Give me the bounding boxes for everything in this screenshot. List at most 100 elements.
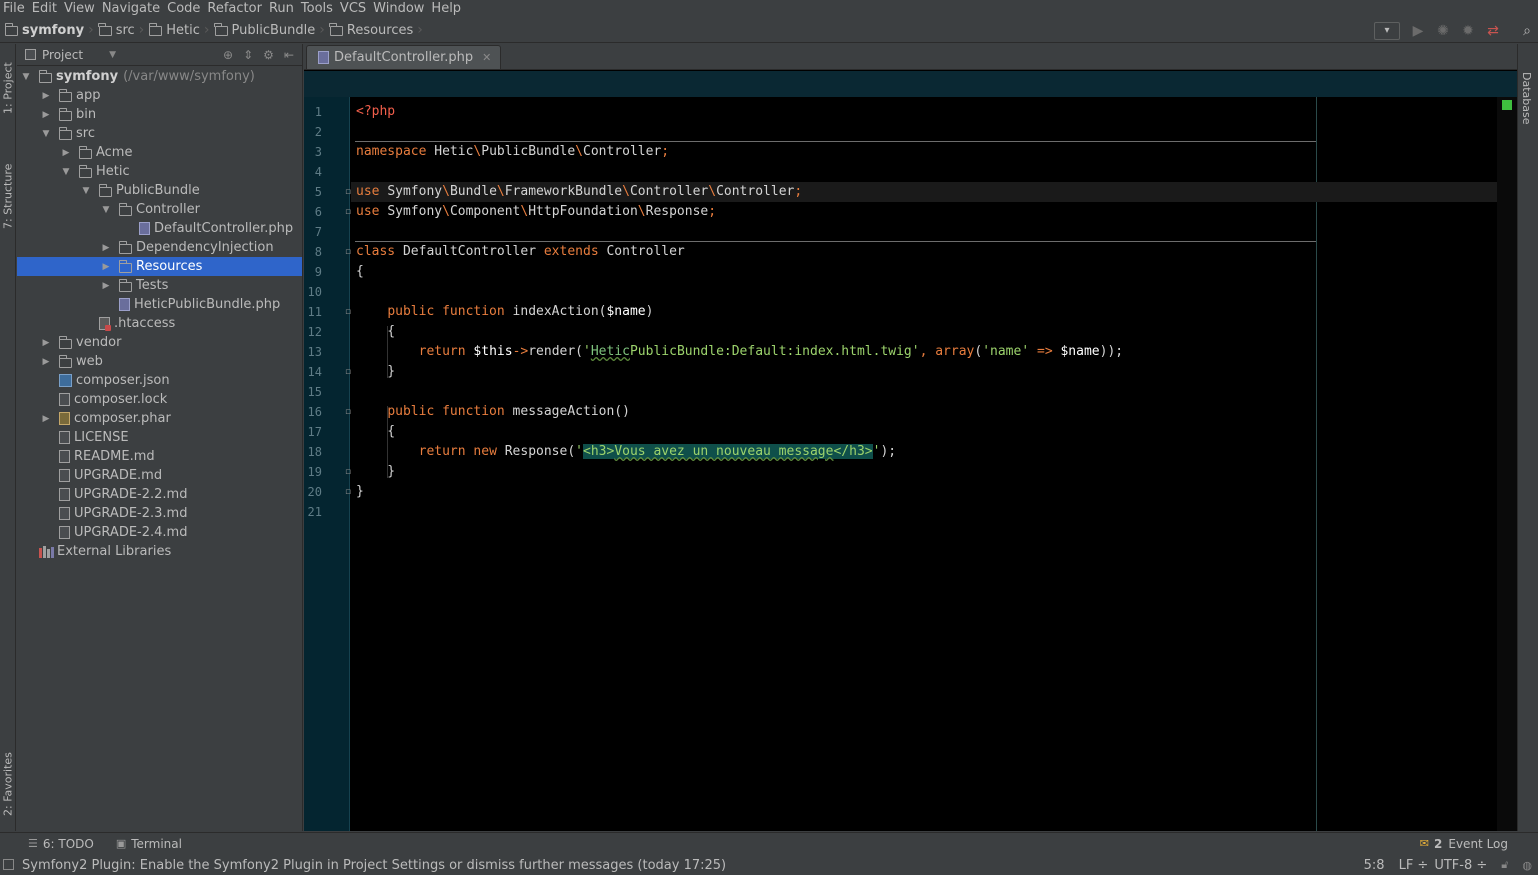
hide-panel-icon[interactable]: ⇤ bbox=[284, 48, 294, 62]
tree-item[interactable]: · README.md bbox=[17, 447, 302, 466]
line-number: 9 bbox=[314, 265, 322, 279]
tree-item[interactable]: ▶ vendor bbox=[17, 333, 302, 352]
tree-item[interactable]: ▶ DependencyInjection bbox=[17, 238, 302, 257]
memory-icon[interactable]: ◍ bbox=[1522, 859, 1532, 872]
close-icon[interactable]: ✕ bbox=[482, 51, 491, 64]
terminal-tool-button[interactable]: ▣ Terminal bbox=[116, 837, 182, 851]
tree-item-label: Hetic bbox=[96, 164, 130, 179]
tree-item[interactable]: · UPGRADE.md bbox=[17, 466, 302, 485]
code-token: ' bbox=[575, 444, 583, 459]
code-token: use bbox=[356, 204, 388, 219]
menu-code[interactable]: Code bbox=[164, 0, 204, 17]
structure-tab-label: 7: Structure bbox=[1, 163, 15, 229]
code-token: \ bbox=[496, 184, 505, 199]
tab-default-controller[interactable]: DefaultController.php ✕ bbox=[306, 45, 502, 69]
scroll-from-source-icon[interactable]: ⊕ bbox=[223, 48, 233, 62]
encoding-selector[interactable]: UTF-8 ÷ bbox=[1434, 858, 1487, 873]
expand-down-icon[interactable]: ▼ bbox=[101, 205, 111, 215]
tree-item-label: composer.json bbox=[76, 373, 170, 388]
tree-item[interactable]: ▶ Resources bbox=[17, 257, 302, 276]
tree-item[interactable]: ▶ bin bbox=[17, 105, 302, 124]
breadcrumb-item[interactable]: Hetic › bbox=[144, 18, 210, 43]
tree-item[interactable]: · composer.json bbox=[17, 371, 302, 390]
tree-item[interactable]: · UPGRADE-2.3.md bbox=[17, 504, 302, 523]
menu-refactor[interactable]: Refactor bbox=[204, 0, 266, 17]
tree-item[interactable]: ▼ Hetic bbox=[17, 162, 302, 181]
tree-item[interactable]: · HeticPublicBundle.php bbox=[17, 295, 302, 314]
gear-icon[interactable]: ⚙ bbox=[263, 48, 274, 62]
tool-window-toggle-icon[interactable] bbox=[3, 859, 14, 870]
expand-down-icon[interactable]: ▼ bbox=[61, 167, 71, 177]
tree-item-label: composer.phar bbox=[74, 411, 171, 426]
breadcrumb-item[interactable]: Resources › bbox=[325, 18, 423, 43]
chevron-down-icon[interactable]: ▼ bbox=[109, 50, 116, 60]
tree-item[interactable]: ▶ Tests bbox=[17, 276, 302, 295]
line-number: 11 bbox=[307, 305, 322, 319]
tree-item[interactable]: · UPGRADE-2.2.md bbox=[17, 485, 302, 504]
expand-right-icon[interactable]: ▶ bbox=[101, 281, 111, 291]
menu-window[interactable]: Window bbox=[370, 0, 428, 17]
project-view-selector[interactable]: Project bbox=[42, 48, 83, 62]
menu-tools[interactable]: Tools bbox=[298, 0, 337, 17]
event-log-button[interactable]: ✉ 2 Event Log bbox=[1420, 837, 1508, 851]
menu-navigate[interactable]: Navigate bbox=[99, 0, 164, 17]
expand-right-icon[interactable]: ▶ bbox=[41, 110, 51, 120]
tree-item[interactable]: ▶ Acme bbox=[17, 143, 302, 162]
tree-item[interactable]: · LICENSE bbox=[17, 428, 302, 447]
menu-view[interactable]: View bbox=[61, 0, 99, 17]
tree-item[interactable]: ▼ symfony (/var/www/symfony) bbox=[17, 67, 302, 86]
text-file-icon bbox=[59, 469, 70, 482]
tree-item[interactable]: ▼ src bbox=[17, 124, 302, 143]
project-tool-tab[interactable]: 1: Project bbox=[0, 56, 16, 120]
expand-right-icon[interactable]: ▶ bbox=[101, 262, 111, 272]
debug-icon[interactable]: ✺ bbox=[1432, 21, 1454, 41]
expand-right-icon[interactable]: ▶ bbox=[101, 243, 111, 253]
tree-item[interactable]: ▶ app bbox=[17, 86, 302, 105]
expand-down-icon[interactable]: ▼ bbox=[41, 129, 51, 139]
menu-help[interactable]: Help bbox=[428, 0, 465, 17]
tree-item[interactable]: · UPGRADE-2.4.md bbox=[17, 523, 302, 542]
line-number: 20 bbox=[307, 485, 322, 499]
collapse-all-icon[interactable]: ⇕ bbox=[243, 48, 253, 62]
tree-item[interactable]: · External Libraries bbox=[17, 542, 302, 561]
tree-item[interactable]: · .htaccess bbox=[17, 314, 302, 333]
tree-item[interactable]: ▶ composer.phar bbox=[17, 409, 302, 428]
expand-right-icon[interactable]: ▶ bbox=[41, 357, 51, 367]
code-area[interactable]: <?php namespace Hetic\PublicBundle\Contro… bbox=[351, 97, 1517, 831]
tree-item[interactable]: · DefaultController.php bbox=[17, 219, 302, 238]
menu-file[interactable]: File bbox=[0, 0, 29, 17]
database-tool-tab[interactable]: Database bbox=[1520, 72, 1533, 125]
lock-icon[interactable]: 🔓︎ bbox=[1501, 858, 1508, 872]
favorites-tool-tab[interactable]: 2: Favorites bbox=[0, 744, 16, 824]
breadcrumb-item[interactable]: src › bbox=[94, 18, 144, 43]
search-icon[interactable]: ⌕ bbox=[1516, 21, 1538, 41]
breadcrumb-item[interactable]: PublicBundle › bbox=[210, 18, 325, 43]
expand-down-icon[interactable]: ▼ bbox=[21, 72, 31, 82]
expand-down-icon[interactable]: ▼ bbox=[81, 186, 91, 196]
run-icon[interactable]: ▶ bbox=[1407, 21, 1429, 41]
tree-item[interactable]: · composer.lock bbox=[17, 390, 302, 409]
tab-label: DefaultController.php bbox=[334, 50, 474, 65]
menu-edit[interactable]: Edit bbox=[29, 0, 61, 17]
expand-right-icon[interactable]: ▶ bbox=[61, 148, 71, 158]
line-separator-selector[interactable]: LF ÷ bbox=[1399, 858, 1429, 873]
tree-spacer: · bbox=[41, 433, 51, 443]
code-token: public function bbox=[387, 404, 513, 419]
status-message[interactable]: Symfony2 Plugin: Enable the Symfony2 Plu… bbox=[22, 858, 726, 873]
expand-right-icon[interactable]: ▶ bbox=[41, 91, 51, 101]
tree-item[interactable]: ▼ PublicBundle bbox=[17, 181, 302, 200]
menu-run[interactable]: Run bbox=[266, 0, 298, 17]
expand-right-icon[interactable]: ▶ bbox=[41, 414, 51, 424]
coverage-icon[interactable]: ✹ bbox=[1457, 21, 1479, 41]
breadcrumb-item[interactable]: symfony › bbox=[0, 18, 94, 43]
todo-tool-button[interactable]: ☰ 6: TODO bbox=[28, 837, 94, 851]
run-config-dropdown[interactable]: ▾ bbox=[1374, 21, 1400, 40]
tree-item[interactable]: ▶ web bbox=[17, 352, 302, 371]
menu-vcs[interactable]: VCS bbox=[337, 0, 370, 17]
tree-item[interactable]: ▼ Controller bbox=[17, 200, 302, 219]
line-number: 13 bbox=[307, 345, 322, 359]
structure-tool-tab[interactable]: 7: Structure bbox=[0, 156, 16, 236]
caret-position[interactable]: 5:8 bbox=[1364, 858, 1385, 873]
expand-right-icon[interactable]: ▶ bbox=[41, 338, 51, 348]
vcs-icon[interactable]: ⇄ bbox=[1482, 21, 1504, 41]
